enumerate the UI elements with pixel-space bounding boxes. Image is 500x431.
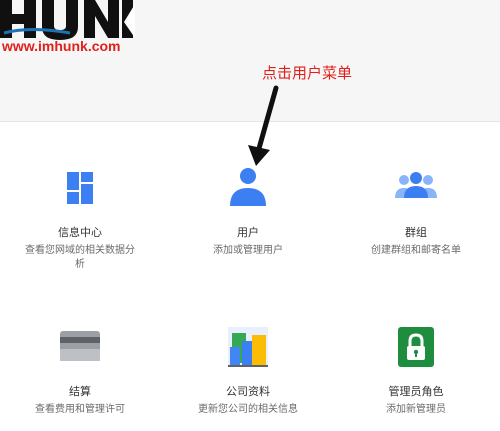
user-icon (226, 168, 270, 212)
card-company-profile[interactable]: 公司资料 更新您公司的相关信息 (168, 327, 328, 417)
hunk-logo (0, 0, 135, 40)
company-buildings-icon (226, 327, 270, 371)
card-description: 更新您公司的相关信息 (198, 404, 298, 415)
card-title: 公司资料 (226, 385, 270, 398)
card-dashboard[interactable]: 信息中心 查看您网域的相关数据分析 (0, 168, 160, 272)
card-description: 查看您网域的相关数据分析 (25, 245, 135, 270)
card-title: 管理员角色 (388, 385, 444, 398)
group-icon (394, 168, 438, 212)
card-admin-roles[interactable]: 管理员角色 添加新管理员 (336, 327, 496, 417)
card-title: 信息中心 (58, 226, 102, 239)
card-title: 结算 (69, 385, 91, 398)
card-title: 群组 (405, 226, 427, 239)
card-description: 查看费用和管理许可 (35, 404, 125, 415)
card-description: 创建群组和邮寄名单 (371, 245, 461, 256)
admin-lock-icon (394, 327, 438, 371)
dashboard-icon (58, 168, 102, 212)
card-groups[interactable]: 群组 创建群组和邮寄名单 (336, 168, 496, 258)
card-billing[interactable]: 结算 查看费用和管理许可 (0, 327, 160, 417)
card-users[interactable]: 用户 添加或管理用户 (168, 168, 328, 258)
annotation-text: 点击用户菜单 (262, 64, 353, 82)
top-banner: www.imhunk.com 点击用户菜单 (0, 0, 500, 122)
billing-card-icon (58, 327, 102, 371)
card-title: 用户 (237, 226, 259, 239)
card-description: 添加或管理用户 (213, 245, 283, 256)
card-description: 添加新管理员 (386, 404, 446, 415)
logo-url[interactable]: www.imhunk.com (2, 38, 121, 54)
